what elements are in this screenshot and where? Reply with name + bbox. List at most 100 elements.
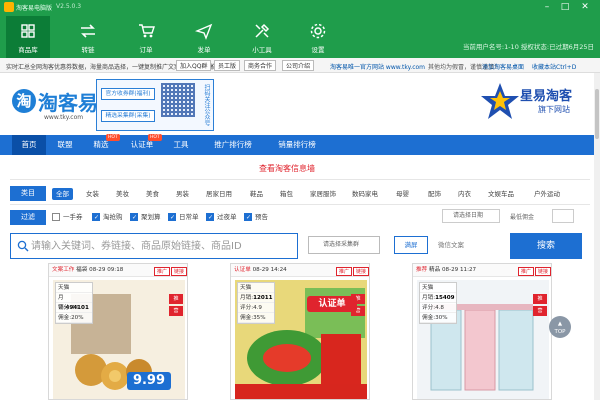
- nav-sales-ranking[interactable]: 销量排行榜: [268, 135, 326, 155]
- filter-checkbox[interactable]: 淘抢购: [92, 212, 123, 223]
- side-action[interactable]: 推: [169, 294, 183, 304]
- monthly-sales: 12011: [253, 295, 273, 301]
- search-button[interactable]: 搜索: [510, 233, 582, 259]
- notice-bar: 实时汇总全网淘客优惠券数据，海量商品选择，一键复制推广文案，淘客专属推广工具 加…: [0, 58, 600, 73]
- category-item[interactable]: 箱包: [280, 188, 293, 200]
- product-card[interactable]: 文案工作 福袋 08-29 09:18 推广 链接 天猫 月销:494101 评分…: [48, 263, 188, 400]
- hot-badge: HOT: [148, 134, 162, 141]
- info-wall-link[interactable]: 查看淘客信息墙: [259, 163, 315, 174]
- filter-label-text: 预告: [255, 213, 268, 221]
- filter-checkbox[interactable]: 日常单: [168, 212, 199, 223]
- search-input[interactable]: [31, 237, 293, 255]
- category-item[interactable]: 鞋品: [250, 188, 263, 200]
- nav-home[interactable]: 首页: [12, 135, 46, 155]
- promote-chip[interactable]: 推广: [335, 267, 352, 276]
- nav-tools[interactable]: 工具: [166, 135, 196, 155]
- company-intro-link[interactable]: 公司介绍: [282, 60, 315, 71]
- category-item[interactable]: 户外运动: [534, 188, 560, 200]
- staff-edition-button[interactable]: 员工版: [214, 60, 241, 71]
- logo-icon: 淘: [12, 89, 36, 113]
- select-collect-group-button[interactable]: 精选采集群(采集): [101, 110, 155, 122]
- side-action[interactable]: 营: [533, 306, 547, 316]
- product-card[interactable]: 认证单 08-29 14:24 推广 链接 天猫 月销:12011 评分:4.9 …: [230, 263, 370, 400]
- filter-label-text: 一手券: [63, 213, 83, 221]
- tab-tools[interactable]: 小工具: [240, 16, 284, 58]
- join-qq-button[interactable]: 加入QQ群: [176, 60, 212, 71]
- nav-promo-ranking[interactable]: 推广排行榜: [204, 135, 262, 155]
- qr-code-icon: [161, 83, 195, 117]
- card-badge: 精品: [428, 267, 441, 273]
- certified-badge: 认证单: [307, 296, 357, 312]
- category-item[interactable]: 内衣: [458, 188, 471, 200]
- brand-star-icon: [481, 83, 519, 119]
- card-tag: 认证单: [234, 267, 251, 273]
- category-item[interactable]: 家居服饰: [310, 188, 336, 200]
- brand-name: 星易淘客: [520, 89, 573, 104]
- top-label: TOP: [554, 329, 566, 335]
- category-item[interactable]: 全部: [52, 188, 73, 200]
- category-item[interactable]: 数码家电: [352, 188, 378, 200]
- promote-chip[interactable]: 推广: [517, 267, 534, 276]
- link-chip[interactable]: 链接: [352, 267, 369, 276]
- business-cooperation-link[interactable]: 商务合作: [244, 60, 277, 71]
- minimize-button[interactable]: –: [540, 1, 554, 13]
- official-coupon-group-button[interactable]: 官方收券群(福利): [101, 88, 155, 100]
- category-item[interactable]: 居家日用: [206, 188, 232, 200]
- filter-checkbox[interactable]: 一手券: [52, 212, 83, 222]
- checkbox-icon[interactable]: [52, 213, 60, 221]
- product-card[interactable]: 推荐 精品 08-29 11:27 推广 链接 天猫 月销:15409 评分:4.…: [412, 263, 552, 400]
- close-button[interactable]: ✕: [578, 1, 592, 13]
- logo-text[interactable]: 淘客易: [38, 87, 98, 116]
- min-commission-input[interactable]: [552, 209, 574, 223]
- category-item[interactable]: 男装: [176, 188, 189, 200]
- side-action[interactable]: 推: [533, 294, 547, 304]
- side-actions: 推 营: [533, 294, 547, 318]
- filter-checkbox[interactable]: 聚划算: [130, 212, 161, 223]
- category-item[interactable]: 美食: [146, 188, 159, 200]
- checkbox-icon[interactable]: [206, 213, 214, 223]
- bookmark-link[interactable]: 收藏本站Ctrl+D: [532, 62, 576, 71]
- vertical-scrollbar[interactable]: [594, 73, 600, 400]
- tab-post-order[interactable]: 发单: [182, 16, 226, 58]
- official-site-text: 淘客易唯一官方网站 www.tky.com: [330, 64, 426, 71]
- filter-checkbox[interactable]: 过夜单: [206, 212, 237, 223]
- checkbox-icon[interactable]: [168, 213, 176, 223]
- category-item[interactable]: 文娱车品: [488, 188, 514, 200]
- tab-convert-link[interactable]: 转链: [66, 16, 110, 58]
- filter-checkbox[interactable]: 预告: [244, 212, 268, 223]
- tab-orders[interactable]: 订单: [124, 16, 168, 58]
- shop-type: 天猫: [238, 283, 274, 293]
- category-item[interactable]: 女装: [86, 188, 99, 200]
- nav-alliance[interactable]: 联盟: [50, 135, 80, 155]
- category-item[interactable]: 配饰: [428, 188, 441, 200]
- logo-url: www.tky.com: [44, 114, 84, 121]
- tab-settings[interactable]: 设置: [296, 16, 340, 58]
- checkbox-icon[interactable]: [130, 213, 138, 223]
- date-select[interactable]: 请选择日期: [442, 209, 500, 223]
- chevron-up-icon: ▲: [557, 321, 563, 327]
- add-desktop-link[interactable]: 添加淘客易桌面: [482, 62, 524, 71]
- score: 4.9: [253, 305, 262, 311]
- promote-chip[interactable]: 推广: [153, 267, 170, 276]
- collect-group-select[interactable]: 请选择采集群: [308, 236, 380, 254]
- checkbox-icon[interactable]: [244, 213, 252, 223]
- product-stats: 天猫 月销:494101 评分:4.9 佣金:20%: [55, 282, 93, 324]
- shop-type: 天猫: [420, 283, 456, 293]
- checkbox-icon[interactable]: [92, 213, 100, 223]
- divider: [10, 204, 590, 205]
- back-to-top-button[interactable]: ▲ TOP: [549, 316, 571, 338]
- tools-icon: [255, 23, 270, 38]
- link-chip[interactable]: 链接: [170, 267, 187, 276]
- top-toolbar: 淘客易电脑版 V2.5.0.3 – □ ✕ 商品库 转链 订单 发单 小工具 设…: [0, 0, 600, 58]
- category-item[interactable]: 母婴: [396, 188, 409, 200]
- scrollbar-thumb[interactable]: [595, 89, 599, 139]
- link-chip[interactable]: 链接: [534, 267, 551, 276]
- fullscreen-toggle[interactable]: 满屏: [394, 236, 428, 254]
- brand-subtitle: 旗下网站: [538, 105, 570, 114]
- wechat-copy-toggle[interactable]: 微信文案: [438, 236, 484, 254]
- tab-product-library[interactable]: 商品库: [6, 16, 50, 58]
- maximize-button[interactable]: □: [558, 1, 572, 13]
- card-time: 08-29 11:27: [441, 267, 477, 273]
- side-action[interactable]: 营: [169, 306, 183, 316]
- category-item[interactable]: 美妆: [116, 188, 129, 200]
